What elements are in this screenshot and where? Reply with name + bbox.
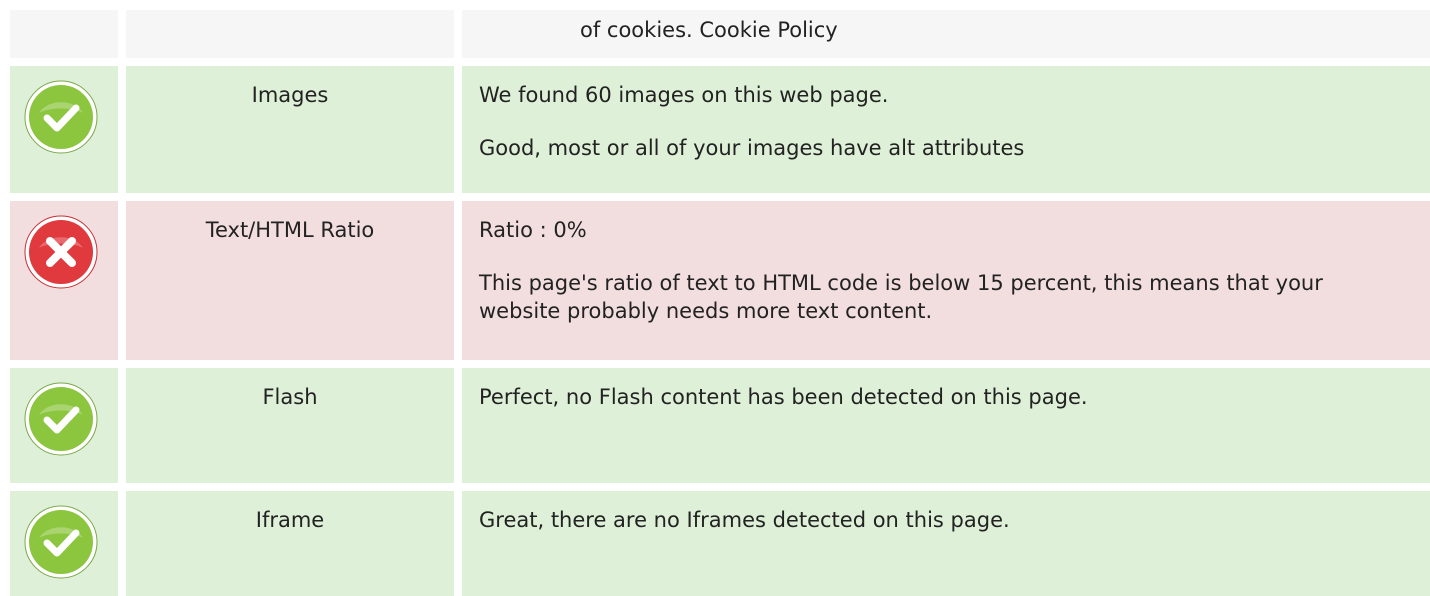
cookie-notice-text[interactable]: of cookies. Cookie Policy — [580, 16, 838, 44]
audit-detail-line: Great, there are no Iframes detected on … — [479, 508, 1010, 532]
icon-cell — [10, 201, 118, 360]
name-cell: Images — [126, 66, 454, 193]
check-circle-icon — [24, 80, 98, 154]
audit-detail-line: Good, most or all of your images have al… — [479, 136, 1025, 160]
name-cell — [126, 10, 454, 58]
audit-detail-line: Perfect, no Flash content has been detec… — [479, 385, 1088, 409]
cookie-notice-row: of cookies. Cookie Policy — [10, 10, 1430, 58]
description-cell: We found 60 images on this web page. Goo… — [462, 66, 1430, 193]
check-circle-icon — [24, 505, 98, 579]
icon-cell — [10, 10, 118, 58]
x-circle-icon — [24, 215, 98, 289]
description-cell: Perfect, no Flash content has been detec… — [462, 368, 1430, 483]
audit-row-title: Images — [251, 83, 329, 107]
audit-row-title: Flash — [262, 385, 318, 409]
audit-row-images: Images We found 60 images on this web pa… — [10, 66, 1430, 193]
audit-detail-line: This page's ratio of text to HTML code i… — [479, 271, 1323, 323]
description-cell: Great, there are no Iframes detected on … — [462, 491, 1430, 596]
icon-cell — [10, 491, 118, 596]
name-cell: Iframe — [126, 491, 454, 596]
name-cell: Flash — [126, 368, 454, 483]
audit-detail-line: Ratio : 0% — [479, 218, 587, 242]
audit-row-iframe: Iframe Great, there are no Iframes detec… — [10, 491, 1430, 596]
audit-detail-line: We found 60 images on this web page. — [479, 83, 889, 107]
audit-row-title: Text/HTML Ratio — [205, 218, 375, 242]
name-cell: Text/HTML Ratio — [126, 201, 454, 360]
audit-row-title: Iframe — [255, 508, 325, 532]
check-circle-icon — [24, 382, 98, 456]
icon-cell — [10, 368, 118, 483]
audit-row-flash: Flash Perfect, no Flash content has been… — [10, 368, 1430, 483]
seo-audit-table: of cookies. Cookie Policy Images We foun… — [0, 0, 1430, 596]
description-cell: of cookies. Cookie Policy — [462, 10, 1430, 58]
audit-row-text-html-ratio: Text/HTML Ratio Ratio : 0% This page's r… — [10, 201, 1430, 360]
icon-cell — [10, 66, 118, 193]
description-cell: Ratio : 0% This page's ratio of text to … — [462, 201, 1430, 360]
